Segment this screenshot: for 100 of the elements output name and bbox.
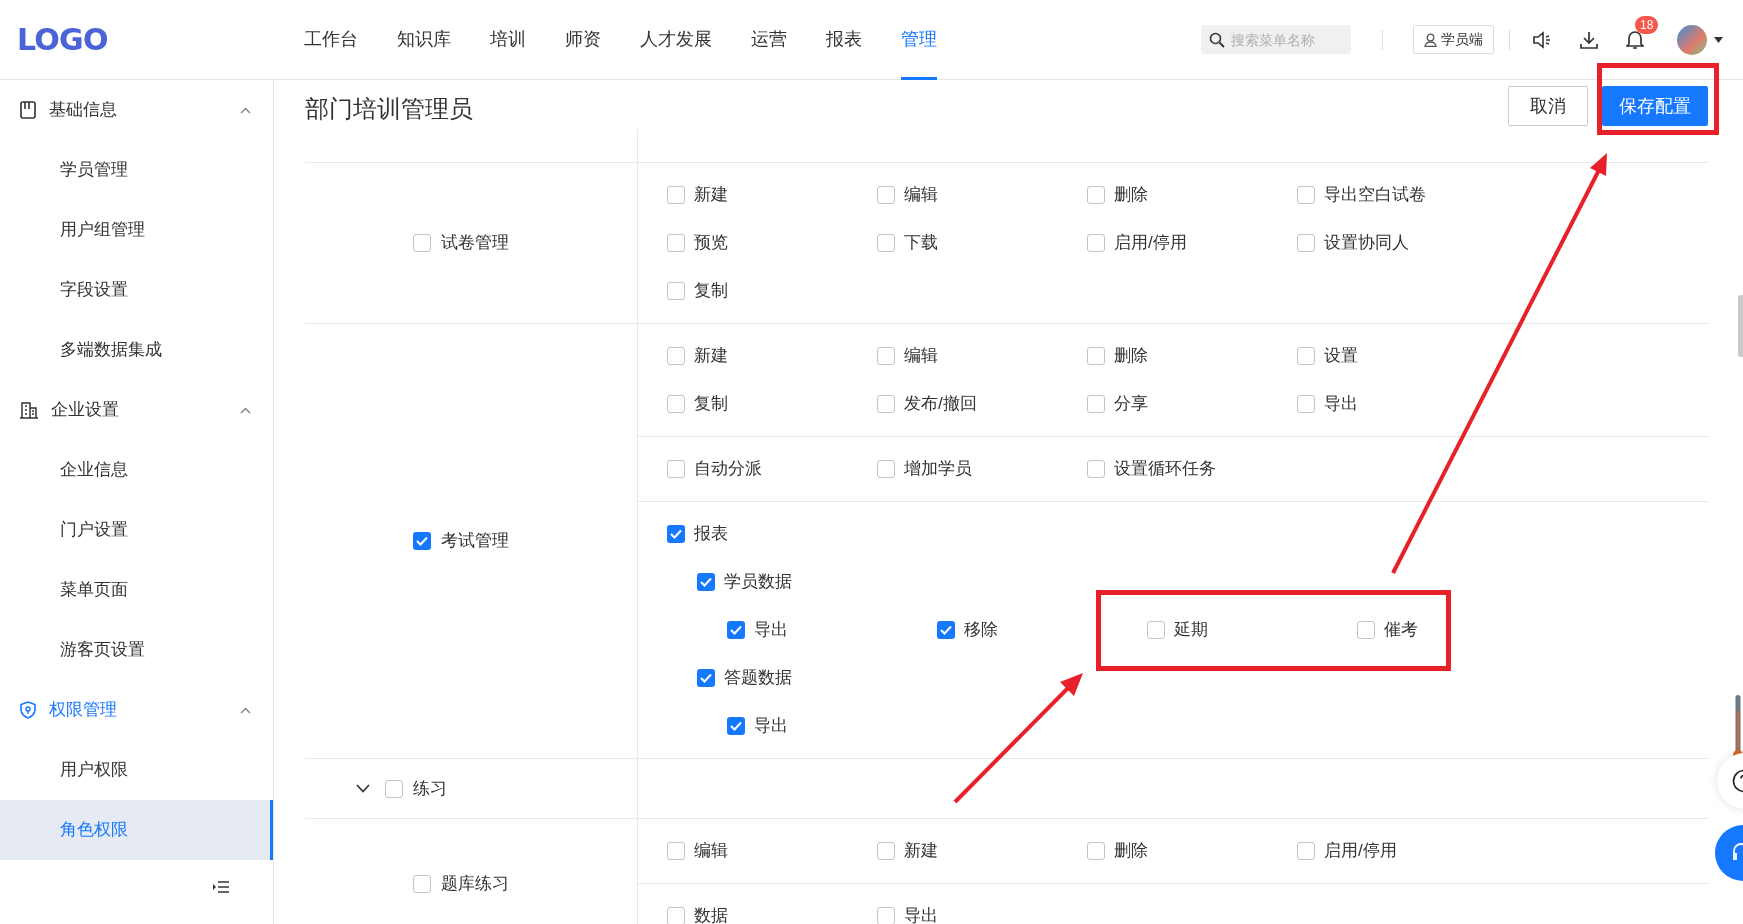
checkbox-label[interactable]: 增加学员 [904,456,972,482]
checkbox[interactable] [697,573,715,591]
checkbox-label[interactable]: 导出 [1324,391,1358,417]
checkbox[interactable] [877,395,895,413]
checkbox[interactable] [1297,186,1315,204]
checkbox[interactable] [877,842,895,860]
checkbox-label[interactable]: 设置协同人 [1324,230,1409,256]
sidebar-item[interactable]: 游客页设置 [0,620,273,680]
checkbox-label[interactable]: 数据 [694,903,728,924]
checkbox-label[interactable]: 移除 [964,617,998,643]
checkbox[interactable] [877,186,895,204]
sidebar-item[interactable]: 企业信息 [0,440,273,500]
checkbox[interactable] [413,234,431,252]
checkbox-label[interactable]: 分享 [1114,391,1148,417]
nav-tab[interactable]: 培训 [490,0,526,80]
checkbox-label[interactable]: 下载 [904,230,938,256]
checkbox[interactable] [1297,395,1315,413]
chevron-icon[interactable] [356,784,370,793]
checkbox[interactable] [413,874,431,893]
checkbox-label[interactable]: 导出 [904,903,938,924]
checkbox[interactable] [1147,621,1165,639]
avatar-icon[interactable] [1677,24,1707,55]
search-field[interactable]: 搜索菜单名称 [1201,25,1351,54]
checkbox-label[interactable]: 预览 [694,230,728,256]
checkbox[interactable] [937,621,955,639]
sidebar-item[interactable]: 用户组管理 [0,200,273,260]
checkbox[interactable] [1087,186,1105,204]
checkbox-label[interactable]: 编辑 [904,343,938,369]
sidebar-item[interactable]: 多端数据集成 [0,320,273,380]
checkbox-label[interactable]: 导出 [754,617,788,643]
checkbox[interactable] [727,621,745,639]
download-icon[interactable] [1579,29,1599,50]
cancel-button[interactable]: 取消 [1508,86,1588,126]
checkbox-label[interactable]: 练习 [413,775,447,802]
collapse-icon[interactable] [213,880,229,894]
checkbox-label[interactable]: 新建 [694,182,728,208]
checkbox-label[interactable]: 设置循环任务 [1114,456,1216,482]
checkbox-label[interactable]: 设置 [1324,343,1358,369]
checkbox[interactable] [667,907,685,924]
checkbox-label[interactable]: 复制 [694,391,728,417]
save-button[interactable]: 保存配置 [1602,86,1708,126]
checkbox[interactable] [667,282,685,300]
checkbox-label[interactable]: 删除 [1114,343,1148,369]
bell-icon[interactable] [1626,29,1644,50]
checkbox[interactable] [667,347,685,365]
sidebar-group[interactable]: 基础信息 [0,80,273,140]
checkbox[interactable] [667,234,685,252]
checkbox[interactable] [1297,347,1315,365]
checkbox[interactable] [1087,395,1105,413]
checkbox[interactable] [1087,347,1105,365]
checkbox[interactable] [413,532,431,550]
checkbox-label[interactable]: 导出 [754,713,788,739]
checkbox-label[interactable]: 考试管理 [441,528,509,554]
checkbox[interactable] [1087,460,1105,478]
checkbox[interactable] [1087,234,1105,252]
checkbox-label[interactable]: 试卷管理 [441,230,509,256]
sidebar-item[interactable]: 菜单页面 [0,560,273,620]
checkbox[interactable] [1357,621,1375,639]
scrollbar-thumb[interactable] [1738,295,1743,357]
sidebar-item[interactable]: 用户权限 [0,740,273,800]
nav-tab[interactable]: 工作台 [304,0,358,80]
checkbox-label[interactable]: 题库练习 [441,870,509,897]
checkbox[interactable] [877,347,895,365]
checkbox-label[interactable]: 催考 [1384,617,1418,643]
checkbox[interactable] [727,717,745,735]
checkbox[interactable] [877,907,895,924]
speaker-icon[interactable] [1532,30,1552,49]
checkbox[interactable] [667,395,685,413]
sidebar-group[interactable]: 企业设置 [0,380,273,440]
nav-tab[interactable]: 人才发展 [640,0,712,80]
checkbox[interactable] [667,842,685,860]
sidebar-item[interactable]: 门户设置 [0,500,273,560]
checkbox[interactable] [697,669,715,687]
checkbox[interactable] [877,460,895,478]
checkbox-label[interactable]: 延期 [1174,617,1208,643]
checkbox-label[interactable]: 编辑 [904,182,938,208]
nav-tab[interactable]: 知识库 [397,0,451,80]
checkbox-label[interactable]: 自动分派 [694,456,762,482]
checkbox[interactable] [1297,234,1315,252]
nav-tab[interactable]: 报表 [826,0,862,80]
caret-icon[interactable] [1714,36,1723,43]
checkbox[interactable] [1087,842,1105,860]
sidebar-item[interactable]: 学员管理 [0,140,273,200]
sidebar-group[interactable]: 权限管理 [0,680,273,740]
nav-tab[interactable]: 师资 [565,0,601,80]
checkbox[interactable] [385,779,403,798]
student-portal-button[interactable]: 学员端 [1413,25,1494,54]
checkbox[interactable] [667,525,685,543]
checkbox-label[interactable]: 导出空白试卷 [1324,182,1426,208]
checkbox-label[interactable]: 发布/撤回 [904,391,977,417]
checkbox-label[interactable]: 学员数据 [724,569,792,595]
sidebar-item[interactable]: 字段设置 [0,260,273,320]
checkbox-label[interactable]: 启用/停用 [1114,230,1187,256]
nav-tab[interactable]: 运营 [751,0,787,80]
sidebar-item[interactable]: 角色权限 [0,800,273,860]
checkbox[interactable] [667,460,685,478]
checkbox-label[interactable]: 答题数据 [724,665,792,691]
checkbox[interactable] [667,186,685,204]
checkbox[interactable] [877,234,895,252]
checkbox-label[interactable]: 报表 [694,521,728,547]
